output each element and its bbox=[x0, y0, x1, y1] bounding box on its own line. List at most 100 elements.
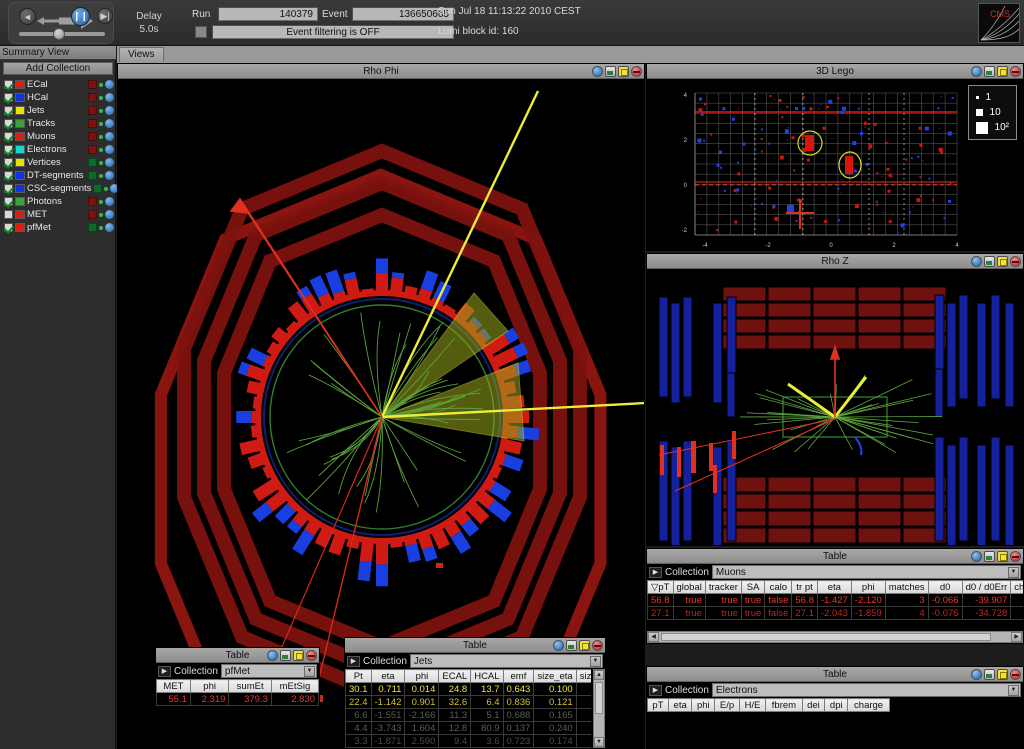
info-icon[interactable] bbox=[105, 145, 114, 154]
table-row[interactable]: 27.1truetruetruefalse27.1-2.043-1.8594-0… bbox=[648, 607, 1024, 620]
table-cell[interactable]: 30.1 bbox=[346, 683, 372, 696]
scroll-thumb[interactable] bbox=[595, 682, 603, 714]
collection-color-swatch[interactable] bbox=[15, 80, 25, 89]
info-icon[interactable] bbox=[971, 256, 982, 267]
muons-table[interactable]: ▽pTglobaltrackerSAcalotr ptetaphimatches… bbox=[647, 580, 1023, 620]
table-cell[interactable]: true bbox=[705, 594, 741, 607]
scroll-left-icon[interactable]: ◀ bbox=[648, 632, 659, 642]
collection-item-hcal[interactable]: HCal bbox=[2, 91, 114, 104]
window-icon[interactable] bbox=[984, 551, 995, 562]
table-cell[interactable]: 6.4 bbox=[471, 696, 503, 709]
table-cell[interactable]: 3.6 bbox=[471, 735, 503, 748]
info-icon[interactable] bbox=[105, 93, 114, 102]
collection-visibility-icon[interactable] bbox=[88, 223, 97, 232]
table-cell[interactable]: 2.319 bbox=[190, 693, 229, 706]
collection-color-swatch[interactable] bbox=[15, 145, 25, 154]
collection-checkbox[interactable] bbox=[4, 223, 13, 232]
collection-item-muons[interactable]: Muons bbox=[2, 130, 114, 143]
column-header[interactable]: MET bbox=[157, 680, 191, 693]
table-cell[interactable]: 56.8 bbox=[648, 594, 674, 607]
column-header[interactable]: Pt bbox=[346, 670, 372, 683]
column-header[interactable]: fbrem bbox=[766, 699, 802, 712]
expand-icon[interactable] bbox=[293, 650, 304, 661]
table-cell[interactable]: 0.100 bbox=[534, 683, 576, 696]
table-cell[interactable]: 3.3 bbox=[346, 735, 372, 748]
table-cell[interactable]: 1.604 bbox=[405, 722, 439, 735]
info-icon[interactable] bbox=[105, 119, 114, 128]
column-header[interactable]: ▽pT bbox=[648, 581, 674, 594]
table-cell[interactable]: 0.121 bbox=[534, 696, 576, 709]
column-header[interactable]: dei bbox=[802, 699, 825, 712]
close-icon[interactable] bbox=[1010, 669, 1021, 680]
column-header[interactable]: eta bbox=[371, 670, 405, 683]
column-header[interactable]: HCAL bbox=[471, 670, 503, 683]
table-cell[interactable]: 0.160 bbox=[576, 696, 591, 709]
window-icon[interactable] bbox=[984, 256, 995, 267]
expand-icon[interactable] bbox=[579, 640, 590, 651]
collection-item-ecal[interactable]: ECal bbox=[2, 78, 114, 91]
table-cell[interactable]: 0.174 bbox=[534, 735, 576, 748]
muons-collection-select[interactable]: Muons ▼ bbox=[712, 565, 1021, 579]
expand-icon[interactable] bbox=[997, 669, 1008, 680]
table-cell[interactable]: true bbox=[705, 607, 741, 620]
collection-visibility-icon[interactable] bbox=[88, 119, 97, 128]
table-cell[interactable]: 0.165 bbox=[534, 709, 576, 722]
table-cell[interactable]: 0.643 bbox=[503, 683, 534, 696]
jets-collection-select[interactable]: Jets ▼ bbox=[410, 654, 603, 668]
table-cell[interactable]: 0.120 bbox=[576, 735, 591, 748]
collection-color-swatch[interactable] bbox=[15, 210, 25, 219]
collection-item-met[interactable]: MET bbox=[2, 208, 114, 221]
table-cell[interactable]: -2.043 bbox=[817, 607, 851, 620]
collection-item-pfmet[interactable]: pfMet bbox=[2, 221, 114, 234]
table-cell[interactable]: 3 bbox=[885, 594, 928, 607]
close-icon[interactable] bbox=[592, 640, 603, 651]
scroll-thumb[interactable] bbox=[661, 633, 991, 641]
table-row[interactable]: 30.10.7110.01424.813.70.6430.1000.180 bbox=[346, 683, 592, 696]
column-header[interactable]: global bbox=[673, 581, 705, 594]
expand-icon[interactable] bbox=[997, 256, 1008, 267]
column-header[interactable]: E/p bbox=[715, 699, 740, 712]
table-cell[interactable]: 0.155 bbox=[576, 709, 591, 722]
close-icon[interactable] bbox=[1010, 256, 1021, 267]
collection-color-swatch[interactable] bbox=[15, 171, 25, 180]
collection-visibility-icon[interactable] bbox=[88, 145, 97, 154]
collection-color-swatch[interactable] bbox=[15, 119, 25, 128]
expand-tree-icon[interactable]: ▶ bbox=[649, 567, 662, 578]
collection-color-swatch[interactable] bbox=[15, 158, 25, 167]
jets-table[interactable]: PtetaphiECALHCALemfsize_etasize_phi30.10… bbox=[345, 669, 591, 748]
table-cell[interactable]: -39.907 bbox=[962, 594, 1011, 607]
table-cell[interactable]: -1.859 bbox=[851, 607, 885, 620]
collection-item-electrons[interactable]: Electrons bbox=[2, 143, 114, 156]
info-icon[interactable] bbox=[105, 158, 114, 167]
rho-z-canvas[interactable] bbox=[647, 269, 1023, 545]
table-cell[interactable]: 55.1 bbox=[157, 693, 191, 706]
collection-item-tracks[interactable]: Tracks bbox=[2, 117, 114, 130]
collection-visibility-icon[interactable] bbox=[88, 171, 97, 180]
pfmet-table[interactable]: METphisumEtmEtSig55.12.319379.32.830 bbox=[156, 679, 319, 706]
table-cell[interactable]: 1 bbox=[1011, 607, 1023, 620]
scroll-up-icon[interactable]: ▲ bbox=[594, 670, 604, 680]
column-header[interactable]: phi bbox=[190, 680, 229, 693]
table-cell[interactable]: -2.166 bbox=[405, 709, 439, 722]
table-row[interactable]: 3.3-1.8712.5909.43.60.7230.1740.120 bbox=[346, 735, 592, 748]
add-collection-button[interactable]: Add Collection bbox=[3, 62, 113, 75]
column-header[interactable]: H/E bbox=[739, 699, 765, 712]
table-cell[interactable]: -34.728 bbox=[962, 607, 1011, 620]
column-header[interactable]: eta bbox=[668, 699, 691, 712]
expand-icon[interactable] bbox=[997, 66, 1008, 77]
expand-icon[interactable] bbox=[997, 551, 1008, 562]
close-icon[interactable] bbox=[1010, 66, 1021, 77]
table-cell[interactable]: 27.1 bbox=[792, 607, 818, 620]
chevron-down-icon[interactable]: ▼ bbox=[1008, 567, 1019, 578]
collection-color-swatch[interactable] bbox=[15, 184, 25, 193]
table-cell[interactable]: -3.743 bbox=[371, 722, 405, 735]
column-header[interactable]: SA bbox=[741, 581, 764, 594]
column-header[interactable]: d0 / d0Err bbox=[962, 581, 1011, 594]
table-cell[interactable]: -2.120 bbox=[851, 594, 885, 607]
info-icon[interactable] bbox=[105, 210, 114, 219]
column-header[interactable]: calo bbox=[765, 581, 792, 594]
table-cell[interactable]: 11.3 bbox=[439, 709, 471, 722]
table-row[interactable]: 6.6-1.551-2.16611.35.10.6880.1650.155 bbox=[346, 709, 592, 722]
window-icon[interactable] bbox=[984, 66, 995, 77]
pause-button[interactable]: ❙❙ bbox=[71, 7, 90, 26]
